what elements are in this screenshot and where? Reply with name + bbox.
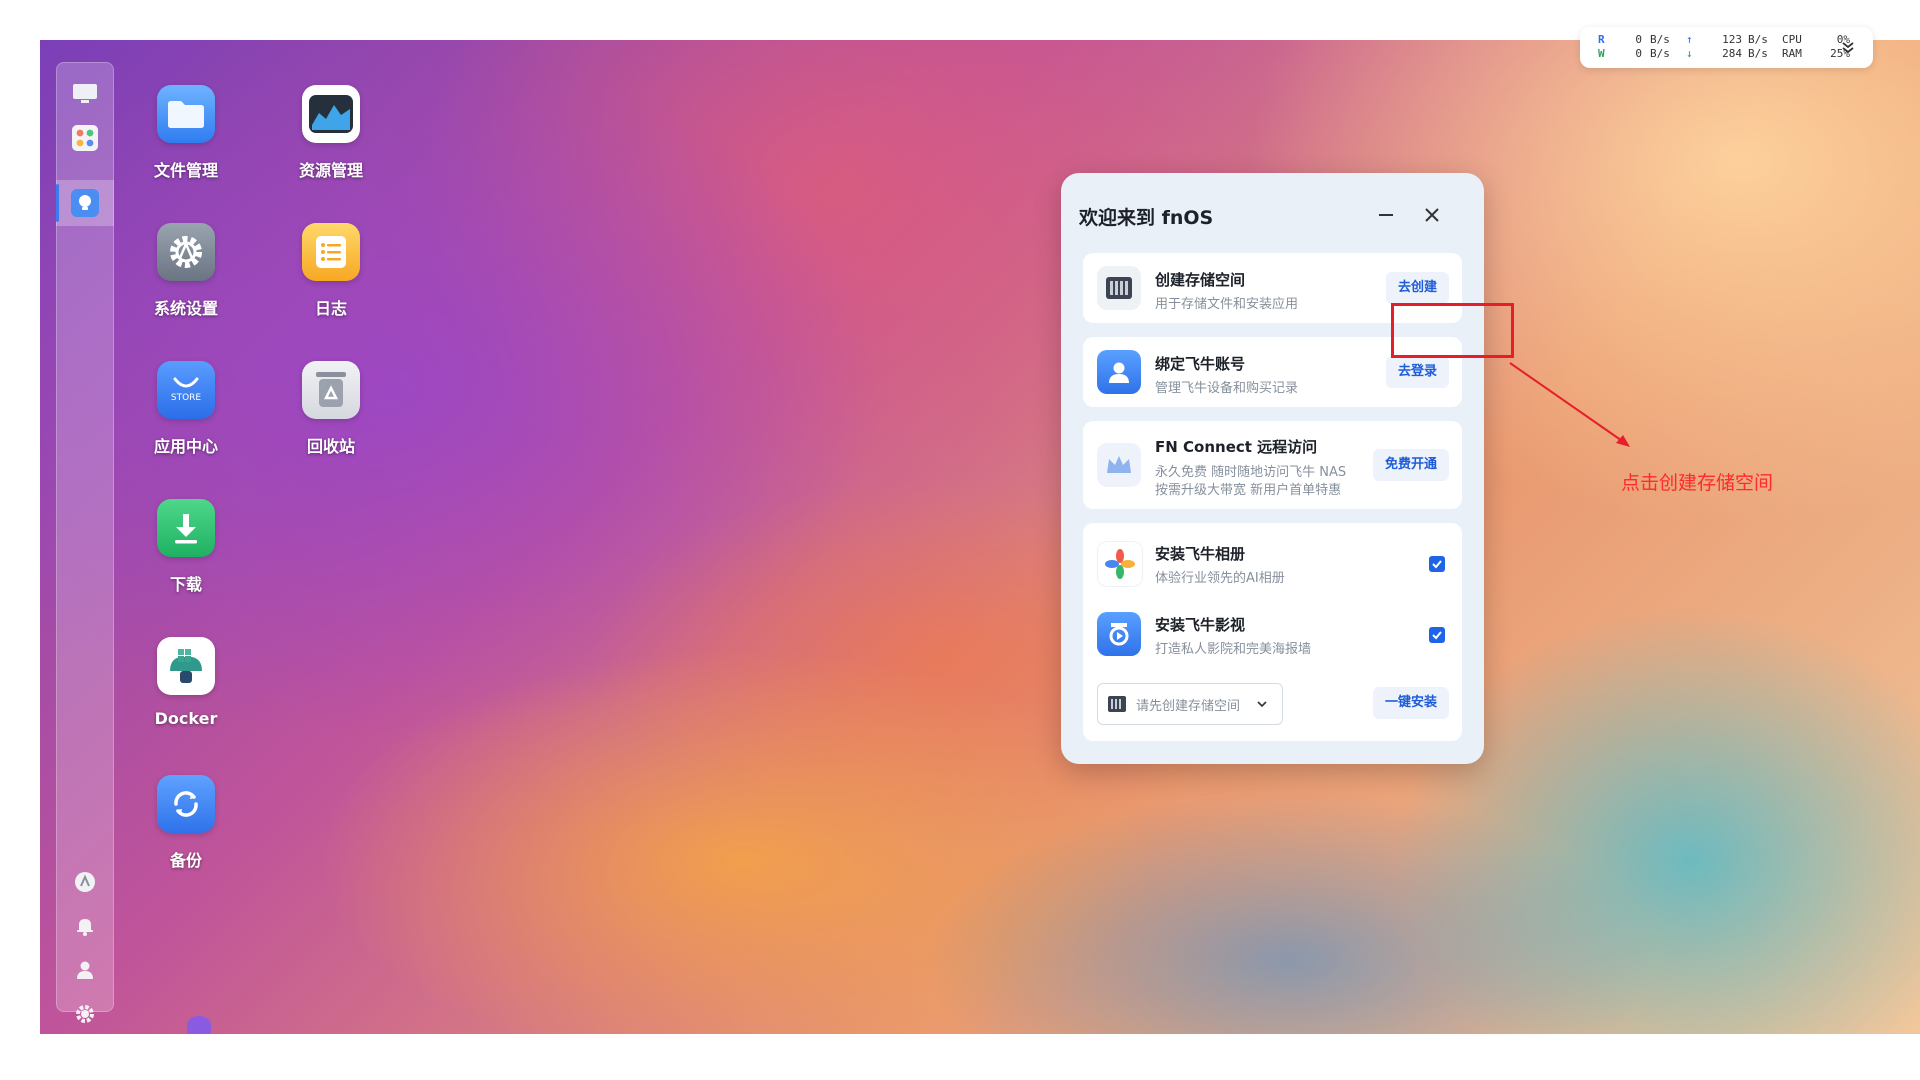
cpu-label: CPU: [1782, 33, 1802, 46]
user-icon[interactable]: [71, 956, 99, 984]
bell-icon[interactable]: [71, 912, 99, 940]
activity-monitor-icon: [302, 85, 360, 143]
read-value: 0: [1635, 33, 1642, 46]
download-unit: B/s: [1748, 47, 1768, 60]
app-label: 系统设置: [153, 299, 218, 318]
tips-icon[interactable]: [71, 189, 99, 217]
app-docker[interactable]: Docker: [121, 637, 251, 747]
login-button[interactable]: 去登录: [1385, 356, 1449, 388]
app-recycle-bin[interactable]: 回收站: [266, 361, 396, 471]
sync-icon: [157, 775, 215, 833]
annotation-arrow: [1509, 362, 1630, 447]
app-store[interactable]: STORE 应用中心: [121, 361, 251, 471]
app-label: 回收站: [306, 437, 355, 456]
card-title: 安装飞牛相册: [1155, 545, 1246, 563]
docker-icon: [157, 637, 215, 695]
decorative-orb: [187, 1016, 211, 1034]
app-backup[interactable]: 备份: [121, 775, 251, 885]
desktop: 文件管理 资源管理 系统设置 日志 STORE 应用中心 回收站 下载 Dock…: [40, 40, 1920, 1034]
storage-icon: [1108, 696, 1126, 712]
app-label: 应用中心: [153, 437, 218, 456]
folder-icon: [157, 85, 215, 143]
fn-logo-icon[interactable]: [71, 868, 99, 896]
welcome-dialog: 欢迎来到 fnOS 创建存储空间 用于存储文件和安装应用 去创建 绑定飞牛账号 …: [1061, 173, 1484, 764]
app-label: Docker: [154, 709, 218, 728]
write-label: W: [1598, 47, 1605, 60]
chevron-down-icon[interactable]: [1840, 39, 1860, 57]
card-title: FN Connect 远程访问: [1155, 438, 1318, 456]
app-label: 下载: [169, 575, 202, 594]
write-unit: B/s: [1650, 47, 1670, 60]
card-title: 创建存储空间: [1155, 271, 1246, 289]
card-fn-connect: FN Connect 远程访问 永久免费 随时随地访问飞牛 NAS 按需升级大带…: [1083, 421, 1462, 509]
monitor-icon[interactable]: [71, 80, 99, 108]
write-value: 0: [1635, 47, 1642, 60]
close-button[interactable]: [1414, 197, 1450, 233]
storage-icon: [1097, 266, 1141, 310]
read-unit: B/s: [1650, 33, 1670, 46]
create-storage-button[interactable]: 去创建: [1385, 272, 1449, 304]
annotation-highlight-box: [1391, 303, 1514, 358]
upload-arrow-icon: ↑: [1686, 33, 1693, 46]
ram-label: RAM: [1782, 47, 1802, 60]
card-subtitle: 按需升级大带宽 新用户首单特惠: [1155, 483, 1342, 498]
app-download[interactable]: 下载: [121, 499, 251, 609]
app-files[interactable]: 文件管理: [121, 85, 251, 195]
upload-value: 123: [1722, 33, 1742, 46]
storage-select[interactable]: 请先创建存储空间: [1097, 683, 1283, 725]
card-title: 绑定飞牛账号: [1155, 355, 1246, 373]
app-resource-monitor[interactable]: 资源管理: [266, 85, 396, 195]
read-label: R: [1598, 33, 1605, 46]
card-subtitle: 用于存储文件和安装应用: [1155, 297, 1299, 312]
app-label: 文件管理: [153, 161, 218, 180]
annotation-label: 点击创建存储空间: [1621, 472, 1774, 494]
download-icon: [157, 499, 215, 557]
store-badge: STORE: [170, 393, 202, 403]
app-label: 资源管理: [298, 161, 363, 180]
install-photos-checkbox[interactable]: [1429, 556, 1445, 572]
download-arrow-icon: ↓: [1686, 47, 1693, 60]
select-placeholder: 请先创建存储空间: [1136, 699, 1241, 714]
settings-icon[interactable]: [71, 1000, 99, 1028]
minimize-button[interactable]: [1368, 197, 1404, 233]
checkmark-icon: [1432, 560, 1442, 569]
video-icon: [1097, 612, 1141, 656]
app-label: 备份: [169, 851, 202, 870]
download-value: 284: [1722, 47, 1742, 60]
chevron-down-icon: [1257, 701, 1267, 708]
card-title: 安装飞牛影视: [1155, 616, 1246, 634]
upload-unit: B/s: [1748, 33, 1768, 46]
crown-icon: [1097, 443, 1141, 487]
card-subtitle: 体验行业领先的AI相册: [1155, 571, 1285, 586]
free-activate-button[interactable]: 免费开通: [1372, 449, 1449, 481]
install-video-checkbox[interactable]: [1429, 627, 1445, 643]
photos-icon: [1097, 541, 1143, 587]
dialog-title: 欢迎来到 fnOS: [1079, 207, 1214, 229]
user-account-icon: [1097, 350, 1141, 394]
app-grid-icon[interactable]: [71, 124, 99, 152]
left-dock: [56, 62, 114, 1023]
list-icon: [302, 223, 360, 281]
card-install-apps: 安装飞牛相册 体验行业领先的AI相册 安装飞牛影视 打造私人影院和完美海报墙 请…: [1083, 523, 1462, 741]
checkmark-icon: [1432, 631, 1442, 640]
card-subtitle: 永久免费 随时随地访问飞牛 NAS: [1155, 465, 1347, 480]
app-logs[interactable]: 日志: [266, 223, 396, 333]
recycle-icon: [302, 361, 360, 419]
app-settings[interactable]: 系统设置: [121, 223, 251, 333]
system-monitor-widget[interactable]: R 0 B/s ↑ 123 B/s CPU 0% W 0 B/s ↓ 284 B…: [1580, 27, 1873, 68]
gear-icon: [157, 223, 215, 281]
close-icon: [1425, 208, 1439, 222]
card-subtitle: 打造私人影院和完美海报墙: [1155, 642, 1312, 657]
one-click-install-button[interactable]: 一键安装: [1372, 687, 1449, 719]
card-subtitle: 管理飞牛设备和购买记录: [1155, 381, 1299, 396]
app-label: 日志: [314, 299, 347, 318]
store-bag-icon: STORE: [157, 361, 215, 419]
